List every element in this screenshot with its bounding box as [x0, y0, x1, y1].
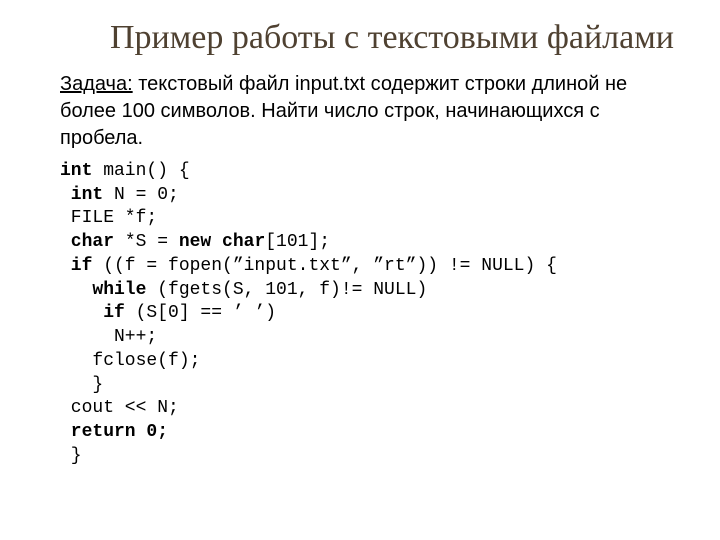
task-text: текстовый файл input.txt содержит строки…	[60, 73, 627, 149]
code-kw: if	[60, 303, 125, 323]
code-kw: if	[60, 256, 92, 276]
code-text: N++;	[60, 327, 157, 347]
code-text: ((f = fopen(”input.txt”, ”rt”)) != NULL)…	[92, 256, 556, 276]
code-kw: new char	[179, 232, 265, 252]
task-label: Задача:	[60, 73, 133, 95]
code-text: (S[0] == ’ ’)	[125, 303, 276, 323]
code-text: cout << N;	[60, 398, 179, 418]
code-kw: int	[60, 161, 92, 181]
code-text: main() {	[92, 161, 189, 181]
code-text: FILE *f;	[60, 208, 157, 228]
code-kw: while	[60, 280, 146, 300]
code-block: int main() { int N = 0; FILE *f; char *S…	[60, 160, 680, 469]
task-paragraph: Задача: текстовый файл input.txt содержи…	[60, 71, 680, 152]
code-kw: return 0;	[60, 422, 168, 442]
slide-title: Пример работы с текстовыми файлами	[110, 18, 680, 59]
code-text: N = 0;	[103, 185, 179, 205]
code-text: }	[60, 375, 103, 395]
code-text: *S =	[114, 232, 179, 252]
code-text: (fgets(S, 101, f)!= NULL)	[146, 280, 427, 300]
code-text: fclose(f);	[60, 351, 200, 371]
code-kw: char	[60, 232, 114, 252]
code-text: }	[60, 446, 82, 466]
code-kw: int	[60, 185, 103, 205]
slide: Пример работы с текстовыми файлами Задач…	[0, 0, 720, 540]
code-text: [101];	[265, 232, 330, 252]
